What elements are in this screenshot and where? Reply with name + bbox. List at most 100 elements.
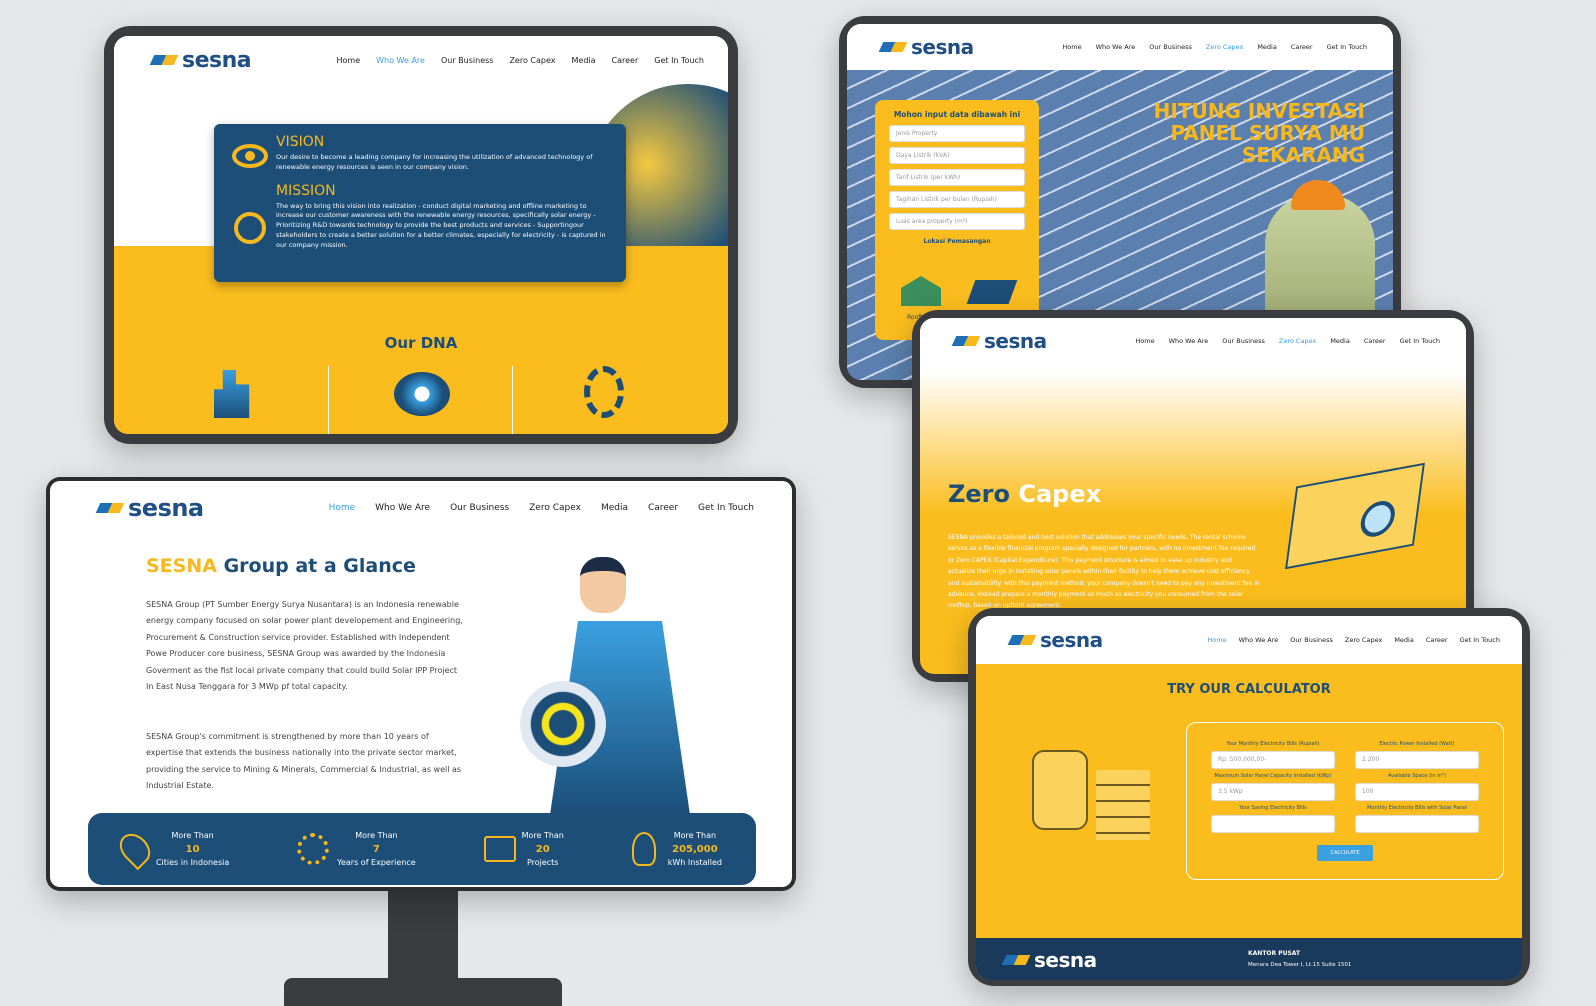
rooftop-option[interactable] bbox=[901, 276, 941, 306]
headline-line-1: HITUNG INVESTASI bbox=[1153, 99, 1365, 123]
nav-our-business[interactable]: Our Business bbox=[1149, 43, 1192, 51]
tablet-vision: sesna Home Who We Are Our Business Zero … bbox=[104, 26, 738, 444]
nav-our-business[interactable]: Our Business bbox=[1290, 636, 1333, 644]
footer-office-title: KANTOR PUSAT bbox=[1248, 950, 1301, 957]
mission-title: MISSION bbox=[276, 182, 336, 199]
nav-zero-capex[interactable]: Zero Capex bbox=[509, 56, 555, 65]
nav-media[interactable]: Media bbox=[572, 56, 596, 65]
dna-title: Our DNA bbox=[384, 334, 458, 352]
monthly-bills-input[interactable]: Rp. 500.000,00- bbox=[1211, 751, 1335, 769]
tagihan-listrik-input[interactable]: Tagihan Listrik per bulan (Rupiah) bbox=[889, 191, 1025, 208]
nav-get-in-touch[interactable]: Get In Touch bbox=[1327, 43, 1367, 51]
capex-title-a: Zero bbox=[948, 480, 1011, 508]
nav-media[interactable]: Media bbox=[1257, 43, 1277, 51]
available-space-input[interactable]: 100 bbox=[1355, 783, 1479, 801]
nav-get-in-touch[interactable]: Get In Touch bbox=[698, 503, 754, 513]
logo[interactable]: sesna bbox=[881, 35, 974, 59]
nav-home[interactable]: Home bbox=[1062, 43, 1081, 51]
stat-cities-label: Cities in Indonesia bbox=[155, 857, 230, 867]
nav-zero-capex[interactable]: Zero Capex bbox=[1279, 337, 1316, 345]
gear-icon bbox=[297, 833, 330, 865]
nav-media[interactable]: Media bbox=[1330, 337, 1350, 345]
saving-bills-label: Your Saving Electricity Bills bbox=[1239, 805, 1307, 811]
max-capacity-input[interactable]: 3.5 kWp bbox=[1211, 783, 1335, 801]
money-jar-illustration bbox=[1008, 720, 1154, 860]
vision-mission-card: VISION Our desire to become a leading co… bbox=[214, 124, 626, 282]
ground-option[interactable] bbox=[966, 280, 1018, 304]
logo-text: sesna bbox=[1040, 628, 1103, 652]
footer-logo[interactable]: sesna bbox=[1004, 948, 1097, 972]
nav-career[interactable]: Career bbox=[1364, 337, 1386, 345]
nav-our-business[interactable]: Our Business bbox=[1222, 337, 1265, 345]
stat-projects-pre: More Than bbox=[521, 830, 564, 840]
nav-career[interactable]: Career bbox=[1426, 636, 1448, 644]
navbar: sesna Home Who We Are Our Business Zero … bbox=[920, 318, 1466, 364]
nav-who-we-are[interactable]: Who We Are bbox=[375, 503, 430, 513]
stat-years-label: Years of Experience bbox=[337, 857, 416, 867]
calc-screen: sesna Home Who We Are Our Business Zero … bbox=[976, 616, 1522, 980]
nav-zero-capex[interactable]: Zero Capex bbox=[1345, 636, 1382, 644]
logo[interactable]: sesna bbox=[152, 48, 252, 73]
target-icon bbox=[234, 212, 266, 244]
navbar: sesna Home Who We Are Our Business Zero … bbox=[114, 36, 728, 84]
tarif-listrik-input[interactable]: Tarif Listrik (per kWh) bbox=[889, 169, 1025, 186]
stat-years-num: 7 bbox=[372, 843, 380, 855]
nav-our-business[interactable]: Our Business bbox=[450, 503, 509, 513]
nav-who-we-are[interactable]: Who We Are bbox=[1169, 337, 1209, 345]
footer: sesna KANTOR PUSAT Menara Dea Tower I, L… bbox=[976, 938, 1522, 980]
nav-get-in-touch[interactable]: Get In Touch bbox=[1460, 636, 1500, 644]
luas-area-input[interactable]: Luas area property (m²) bbox=[889, 213, 1025, 230]
daya-listrik-input[interactable]: Daya Listrik (kVA) bbox=[889, 147, 1025, 164]
superhero-illustration bbox=[504, 557, 704, 815]
power-installed-input[interactable]: 2.200 bbox=[1355, 751, 1479, 769]
glance-screen: sesna Home Who We Are Our Business Zero … bbox=[50, 481, 792, 887]
nav-get-in-touch[interactable]: Get In Touch bbox=[1400, 337, 1440, 345]
calculate-button[interactable]: CALCULATE bbox=[1317, 845, 1373, 861]
nav-who-we-are[interactable]: Who We Are bbox=[376, 56, 425, 65]
nav-menu: Home Who We Are Our Business Zero Capex … bbox=[337, 56, 705, 65]
footer-office-address: Menara Dea Tower I, Lt.15 Suite 1501 bbox=[1248, 962, 1352, 968]
logo-text: sesna bbox=[984, 329, 1047, 353]
nav-home[interactable]: Home bbox=[1135, 337, 1154, 345]
monitor-base bbox=[284, 978, 562, 1006]
nav-zero-capex[interactable]: Zero Capex bbox=[1206, 43, 1243, 51]
glance-title-b: Group at a Glance bbox=[223, 555, 416, 577]
gold-bars-icon bbox=[1096, 770, 1150, 840]
nav-who-we-are[interactable]: Who We Are bbox=[1096, 43, 1136, 51]
nav-media[interactable]: Media bbox=[601, 503, 628, 513]
stat-projects: More Than 20 Projects bbox=[483, 830, 564, 869]
stat-kwh: More Than 205,000 kWh Installed bbox=[631, 830, 722, 869]
nav-career[interactable]: Career bbox=[648, 503, 678, 513]
stat-cities-num: 10 bbox=[185, 843, 200, 855]
logo[interactable]: sesna bbox=[954, 329, 1047, 353]
jar-icon bbox=[1032, 750, 1088, 830]
nav-menu: Home Who We Are Our Business Zero Capex … bbox=[329, 503, 754, 513]
nav-media[interactable]: Media bbox=[1394, 636, 1414, 644]
nav-our-business[interactable]: Our Business bbox=[441, 56, 493, 65]
stat-projects-num: 20 bbox=[535, 843, 550, 855]
logo-text: sesna bbox=[911, 35, 974, 59]
nav-home[interactable]: Home bbox=[1207, 636, 1226, 644]
nav-zero-capex[interactable]: Zero Capex bbox=[529, 503, 581, 513]
jenis-property-input[interactable]: Jenis Property bbox=[889, 125, 1025, 142]
nav-who-we-are[interactable]: Who We Are bbox=[1239, 636, 1279, 644]
footer-logo-text: sesna bbox=[1034, 948, 1097, 972]
input-form-card: Mohon input data dibawah ini Jenis Prope… bbox=[875, 100, 1039, 340]
nav-career[interactable]: Career bbox=[612, 56, 639, 65]
navbar: sesna Home Who We Are Our Business Zero … bbox=[50, 481, 792, 535]
nav-get-in-touch[interactable]: Get In Touch bbox=[654, 56, 704, 65]
calculator-form: Your Monthly Electricity Bills (Rupiah) … bbox=[1186, 722, 1504, 880]
nav-home[interactable]: Home bbox=[337, 56, 361, 65]
logo[interactable]: sesna bbox=[98, 494, 204, 522]
shield-icon bbox=[520, 681, 606, 767]
logo[interactable]: sesna bbox=[1010, 628, 1103, 652]
vision-screen: sesna Home Who We Are Our Business Zero … bbox=[114, 36, 728, 434]
nav-home[interactable]: Home bbox=[329, 503, 356, 513]
capex-title-b: Capex bbox=[1018, 480, 1102, 508]
glance-paragraph-2: SESNA Group's commitment is strengthened… bbox=[146, 732, 462, 791]
glance-title: SESNA Group at a Glance bbox=[146, 555, 416, 577]
location-label: Lokasi Pemasangan bbox=[923, 238, 991, 245]
nav-career[interactable]: Career bbox=[1291, 43, 1313, 51]
stat-kwh-pre: More Than bbox=[673, 830, 717, 840]
calc-title: TRY OUR CALCULATOR bbox=[1167, 682, 1331, 697]
